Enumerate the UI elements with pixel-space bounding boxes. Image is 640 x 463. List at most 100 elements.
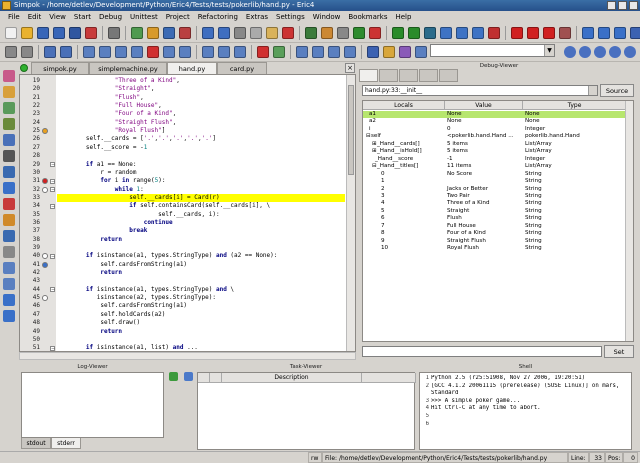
compare-icon[interactable] xyxy=(3,310,15,322)
new-file-icon[interactable] xyxy=(5,27,17,39)
code-line[interactable]: "Royal Flush"] xyxy=(57,127,345,135)
log-viewer[interactable] xyxy=(21,372,164,438)
close-tab-icon[interactable]: × xyxy=(345,63,355,73)
help-contents-icon[interactable] xyxy=(624,46,636,58)
menu-file[interactable]: File xyxy=(4,11,24,24)
fold-toggle-icon[interactable]: − xyxy=(50,203,55,209)
code-line[interactable]: self.__cards[i] = Card(r) xyxy=(57,193,345,202)
code-line[interactable]: if isinstance(a1, types.StringType) and … xyxy=(57,252,345,260)
column-header-locals[interactable]: Locals xyxy=(363,101,445,110)
code-line[interactable]: self.holdCards(a2) xyxy=(57,311,345,319)
code-line[interactable]: "Straight", xyxy=(57,85,345,93)
stop-debug-icon[interactable] xyxy=(488,27,500,39)
undo-icon[interactable] xyxy=(202,27,214,39)
search-prev-icon[interactable] xyxy=(579,46,591,58)
open-file-icon[interactable] xyxy=(21,27,33,39)
debug-icon[interactable] xyxy=(337,27,349,39)
variable-row[interactable]: i 0 Integer xyxy=(363,126,627,133)
variables-scrollbar[interactable] xyxy=(625,101,633,341)
cut-icon[interactable] xyxy=(234,27,246,39)
code-line[interactable] xyxy=(57,336,345,344)
bookmark-icon[interactable] xyxy=(582,27,594,39)
code-line[interactable]: while 1: xyxy=(57,186,345,194)
prev-split-icon[interactable] xyxy=(344,46,356,58)
code-line[interactable]: return xyxy=(57,328,345,336)
checkmark-icon[interactable] xyxy=(169,372,178,381)
variable-row[interactable]: ⊟ self <pokerlib.hand.Hand ... pokerlib.han… xyxy=(363,133,627,140)
irc-icon[interactable] xyxy=(3,230,15,242)
search-files-icon[interactable] xyxy=(163,46,175,58)
breakpoint-icon[interactable] xyxy=(42,178,48,185)
split-icon[interactable] xyxy=(296,46,308,58)
viewer-icon[interactable] xyxy=(3,246,15,258)
menu-extras[interactable]: Extras xyxy=(242,11,272,24)
code-line[interactable]: self.__score = -1 xyxy=(57,144,345,152)
bookmark-icon[interactable] xyxy=(42,261,48,268)
menu-bookmarks[interactable]: Bookmarks xyxy=(344,11,391,24)
clear-marker-icon[interactable] xyxy=(147,46,159,58)
variable-row[interactable]: ⊞ _Hand__cards[] 5 items List/Array xyxy=(363,141,627,148)
variable-row[interactable]: _Hand__score -1 Integer xyxy=(363,156,627,163)
diagram-icon[interactable] xyxy=(399,46,411,58)
save-as-icon[interactable] xyxy=(53,27,65,39)
variables-tree[interactable]: Locals Value Type a1 None None a2 None None i 0… xyxy=(362,100,634,342)
unittest-icon[interactable] xyxy=(321,27,333,39)
code-line[interactable]: self.__cards = ['.','.','.','.','.'] xyxy=(57,135,345,143)
python-shell[interactable]: 1 Python 2.5 (r25:51908, Nov 27 2006, 19:… xyxy=(419,372,632,450)
next-bookmark-icon[interactable] xyxy=(598,27,610,39)
code-line[interactable]: return xyxy=(57,236,345,244)
terminal-icon[interactable] xyxy=(3,150,15,162)
tab-variables-icon[interactable] xyxy=(359,69,378,82)
code-line[interactable]: isinstance(a2, types.StringType): xyxy=(57,294,345,302)
fold-toggle-icon[interactable]: − xyxy=(50,178,55,184)
numbers-icon[interactable] xyxy=(3,278,15,290)
zoom-out-icon[interactable] xyxy=(218,46,230,58)
menu-view[interactable]: View xyxy=(45,11,70,24)
menu-window[interactable]: Window xyxy=(309,11,345,24)
delete-icon[interactable] xyxy=(282,27,294,39)
tab-hand-py[interactable]: hand.py xyxy=(167,62,217,74)
copy-icon[interactable] xyxy=(250,27,262,39)
warning-icon[interactable] xyxy=(42,128,48,135)
menu-refactoring[interactable]: Refactoring xyxy=(194,11,242,24)
code-line[interactable]: self.__cards, i): xyxy=(57,211,345,219)
find-next-icon[interactable] xyxy=(99,46,111,58)
marker-icon[interactable] xyxy=(42,186,48,193)
open-project-icon[interactable] xyxy=(147,27,159,39)
find-prev-search-icon[interactable] xyxy=(415,46,427,58)
prev-bookmark-icon[interactable] xyxy=(614,27,626,39)
code-line[interactable] xyxy=(57,152,345,160)
code-line[interactable]: if a1 == None: xyxy=(57,161,345,169)
chevron-down-icon[interactable] xyxy=(588,86,597,95)
templates-icon[interactable] xyxy=(3,102,15,114)
chevron-down-icon[interactable]: ▼ xyxy=(544,45,554,56)
minimize-button[interactable] xyxy=(607,1,616,10)
menu-edit[interactable]: Edit xyxy=(24,11,46,24)
code-line[interactable]: for i in range(5): xyxy=(57,177,345,185)
step-out-icon[interactable] xyxy=(472,27,484,39)
plugin-icon[interactable] xyxy=(383,46,395,58)
comment-icon[interactable] xyxy=(5,46,17,58)
search-options-icon[interactable] xyxy=(609,46,621,58)
variable-row[interactable]: 9 Straight Flush String xyxy=(363,238,627,245)
unindent-icon[interactable] xyxy=(60,46,72,58)
clear-bp-icon[interactable] xyxy=(559,27,571,39)
goto-icon[interactable] xyxy=(179,46,191,58)
code-line[interactable]: self.draw() xyxy=(57,319,345,327)
breakpoint-icon[interactable] xyxy=(511,27,523,39)
zoom-reset-icon[interactable] xyxy=(234,46,246,58)
fold-toggle-icon[interactable]: − xyxy=(50,287,55,293)
code-line[interactable]: if isinstance(a1, list) and ... xyxy=(57,344,345,351)
code-line[interactable]: self.cardsFromString(a1) xyxy=(57,302,345,310)
menu-unittest[interactable]: Unittest xyxy=(126,11,162,24)
editor-horizontal-scrollbar[interactable] xyxy=(19,352,356,360)
search-clear-icon[interactable] xyxy=(594,46,606,58)
code-line[interactable]: "Three of a Kind", xyxy=(57,77,345,85)
shell-toggle-icon[interactable] xyxy=(3,134,15,146)
tab-stdout[interactable]: stdout xyxy=(21,438,51,449)
check-icon[interactable] xyxy=(273,46,285,58)
tab-simpok-py[interactable]: simpok.py xyxy=(31,62,89,74)
scroll-thumb[interactable] xyxy=(348,85,354,175)
tab-breakpoints-icon[interactable] xyxy=(399,69,418,82)
variable-row[interactable]: 3 Two Pair String xyxy=(363,193,627,200)
